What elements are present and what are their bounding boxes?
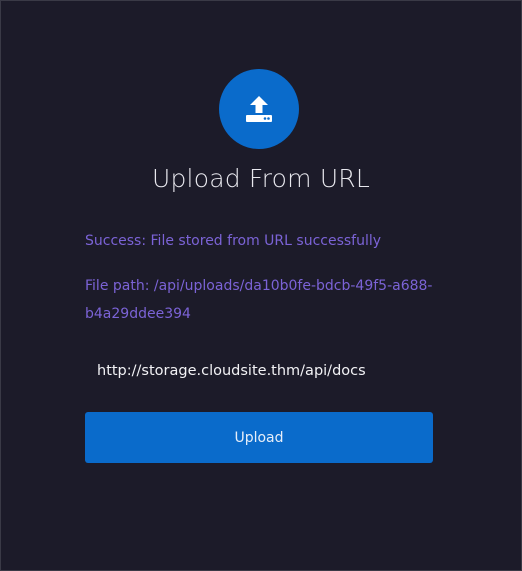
file-path-message: File path: /api/uploads/da10b0fe-bdcb-49…: [85, 278, 433, 322]
url-input[interactable]: [85, 356, 433, 386]
page-title: Upload From URL: [151, 164, 371, 193]
upload-panel: Upload From URL Success: File stored fro…: [0, 0, 522, 571]
upload-button[interactable]: Upload: [85, 412, 433, 463]
upload-badge: [219, 69, 299, 149]
success-message: Success: File stored from URL successful…: [85, 233, 382, 249]
upload-icon: [246, 96, 272, 122]
